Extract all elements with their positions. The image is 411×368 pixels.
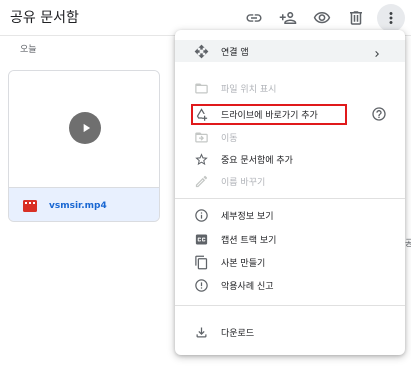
help-icon[interactable]: [371, 106, 387, 122]
section-label-today: 오늘: [20, 45, 37, 55]
menu-divider: [175, 305, 405, 306]
star-icon: [193, 151, 209, 167]
pencil-icon: [193, 173, 209, 189]
menu-item-label: 사본 만들기: [221, 258, 266, 269]
menu-item-label: 이름 바꾸기: [221, 177, 266, 188]
add-person-icon[interactable]: [277, 7, 299, 29]
context-menu: 연결 앱 파일 위치 표시 드라이브에 바로가기 추가 이동 중요 문서함에 추…: [175, 30, 405, 355]
info-icon: [193, 207, 209, 223]
copy-icon: [193, 254, 209, 270]
more-vert-icon[interactable]: [377, 4, 405, 32]
download-icon: [193, 324, 209, 340]
highlight-box: [191, 104, 347, 125]
menu-item-caption-tracks[interactable]: 캡션 트랙 보기: [175, 228, 405, 250]
menu-item-report-abuse[interactable]: 악용사례 신고: [175, 274, 405, 296]
menu-item-label: 캡션 트랙 보기: [221, 235, 277, 246]
menu-divider: [175, 198, 405, 199]
menu-item-label: 다운로드: [221, 328, 255, 339]
file-thumbnail[interactable]: [9, 71, 159, 187]
menu-item-move[interactable]: 이동: [175, 126, 405, 148]
menu-item-label: 악용사례 신고: [221, 281, 274, 292]
file-card[interactable]: vsmsir.mp4: [8, 70, 160, 222]
trash-icon[interactable]: [345, 7, 367, 29]
chevron-right-icon: [371, 45, 383, 57]
clipped-text: 공: [405, 239, 411, 249]
file-card-footer[interactable]: vsmsir.mp4: [9, 187, 159, 221]
menu-item-label: 연결 앱: [221, 47, 249, 58]
page-title: 공유 문서함: [10, 10, 79, 26]
video-file-icon: [23, 199, 37, 212]
menu-item-show-file-location[interactable]: 파일 위치 표시: [175, 77, 405, 99]
menu-item-label: 중요 문서함에 추가: [221, 155, 293, 166]
menu-item-make-copy[interactable]: 사본 만들기: [175, 251, 405, 273]
folder-icon: [193, 80, 209, 96]
preview-eye-icon[interactable]: [311, 7, 333, 29]
play-icon[interactable]: [69, 112, 101, 144]
menu-item-download[interactable]: 다운로드: [175, 321, 405, 343]
cc-icon: [193, 231, 209, 247]
menu-item-open-with[interactable]: 연결 앱: [175, 40, 405, 62]
menu-item-view-details[interactable]: 세부정보 보기: [175, 204, 405, 226]
link-icon[interactable]: [243, 7, 265, 29]
menu-item-label: 세부정보 보기: [221, 211, 274, 222]
report-icon: [193, 277, 209, 293]
move-to-folder-icon: [193, 129, 209, 145]
menu-item-rename[interactable]: 이름 바꾸기: [175, 170, 405, 192]
menu-item-add-to-starred[interactable]: 중요 문서함에 추가: [175, 148, 405, 170]
file-name: vsmsir.mp4: [49, 200, 107, 211]
menu-item-label: 파일 위치 표시: [221, 84, 277, 95]
menu-item-label: 이동: [221, 133, 238, 144]
move-arrows-icon: [193, 43, 209, 59]
